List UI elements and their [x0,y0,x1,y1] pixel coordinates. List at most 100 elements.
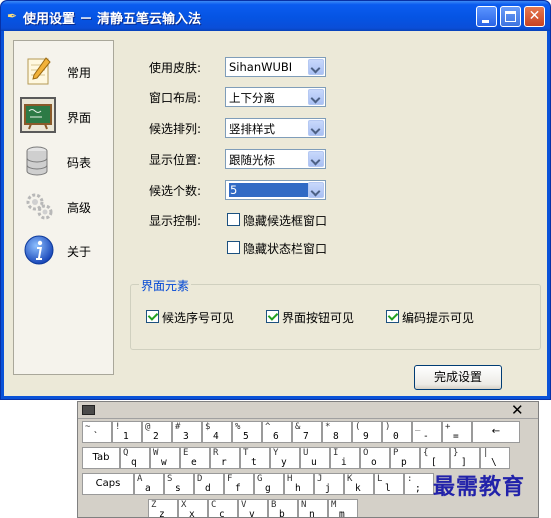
key[interactable]: _ - [412,421,442,443]
key[interactable]: Gg [254,473,284,495]
hide-status-checkbox[interactable] [227,241,240,254]
sidebar-item-label: 界面 [67,111,92,125]
tab-key[interactable]: Tab [82,447,120,469]
chevron-down-icon[interactable] [308,89,324,105]
key[interactable]: Qq [120,447,150,469]
key[interactable]: Ee [180,447,210,469]
key[interactable]: @2 [142,421,172,443]
sidebar-item-general[interactable]: 常用 [17,52,110,92]
key[interactable]: Hh [284,473,314,495]
title-bar[interactable]: ✒ 使用设置 － 清静五笔云输入法 ✕ [1,1,550,31]
info-icon [24,235,54,265]
key[interactable]: Ww [150,447,180,469]
key-upper-char: : [407,474,413,484]
key-upper-char: S [167,474,173,484]
key-upper-char: P [393,448,399,458]
key[interactable]: Nn [298,499,328,517]
key[interactable]: Uu [300,447,330,469]
key-lower-char: [ [431,457,437,468]
chevron-down-icon[interactable] [308,151,324,167]
chevron-down-icon[interactable] [308,182,324,198]
key[interactable]: Oo [360,447,390,469]
key[interactable]: Ii [330,447,360,469]
key[interactable]: #3 [172,421,202,443]
key[interactable]: % 5 [232,421,262,443]
keyboard-close-icon[interactable]: ✕ [511,402,524,419]
key-lower-char: c [219,509,225,518]
key[interactable]: Kk [344,473,374,495]
key-upper-char: # [175,422,181,432]
show-ui-buttons-label[interactable]: 界面按钮可见 [282,309,354,326]
maximize-button[interactable] [500,6,521,27]
key-upper-char: X [181,500,187,510]
key[interactable]: ! 1 [112,421,142,443]
show-candidate-index-label[interactable]: 候选序号可见 [162,309,234,326]
show-candidate-index-checkbox[interactable] [146,310,159,323]
chevron-down-icon[interactable] [308,120,324,136]
key[interactable]: Pp [390,447,420,469]
sidebar-item-interface[interactable]: 界面 [17,97,110,137]
key-lower-char: m [339,509,345,518]
key[interactable]: }] [450,447,480,469]
position-select[interactable]: 跟随光标 [225,149,326,169]
key[interactable]: Vv [238,499,268,517]
key-lower-char: o [371,457,377,468]
key[interactable]: + = [442,421,472,443]
show-code-hint-label[interactable]: 编码提示可见 [402,309,474,326]
show-ui-buttons-checkbox[interactable] [266,310,279,323]
key-upper-char: $ [205,422,211,432]
key[interactable]: Cc [208,499,238,518]
layout-select[interactable]: 上下分离 [225,87,326,107]
hide-status-label[interactable]: 隐藏状态栏窗口 [243,240,327,257]
key-lower-char: 5 [243,431,249,442]
hide-candidate-label[interactable]: 隐藏候选框窗口 [243,212,327,229]
key[interactable]: (9 [352,421,382,443]
sidebar-item-advanced[interactable]: 高级 [17,187,110,227]
key-upper-char: ) [385,422,391,432]
key-lower-char: 1 [123,431,129,442]
key[interactable]: Jj [314,473,344,495]
key[interactable]: Yy [270,447,300,469]
key[interactable]: Mm [328,499,358,518]
key-upper-char: ! [115,422,121,432]
count-select[interactable]: 5 [225,180,326,200]
key[interactable]: Ss [164,473,194,495]
caps-key[interactable]: Caps [82,473,134,495]
key[interactable]: $4 [202,421,232,443]
keyboard-title-bar[interactable]: ✕ [78,402,538,419]
skin-select[interactable]: SihanWUBI [225,57,326,77]
hide-candidate-checkbox[interactable] [227,213,240,226]
chevron-down-icon[interactable] [308,59,324,75]
key-lower-char: i [341,457,347,468]
sidebar-item-label: 高级 [67,201,92,215]
key[interactable]: Xx [178,499,208,517]
key[interactable]: | \ [480,447,510,469]
key[interactable]: Dd [194,473,224,495]
key[interactable]: Tt [240,447,270,469]
key[interactable]: Ll [374,473,404,495]
key[interactable]: Zz [148,499,178,517]
key-upper-char: F [227,474,233,484]
minimize-button[interactable] [476,6,497,27]
key[interactable]: ^ 6 [262,421,292,443]
backspace-key[interactable]: ← [472,421,520,443]
show-code-hint-checkbox[interactable] [386,310,399,323]
arrange-select[interactable]: 竖排样式 [225,118,326,138]
key[interactable]: :; [404,473,434,495]
close-button[interactable]: ✕ [524,6,545,27]
key[interactable]: Bb [268,499,298,517]
key-lower-char: ] [461,457,467,468]
key[interactable]: & 7 [292,421,322,443]
key[interactable]: * 8 [322,421,352,443]
key[interactable]: Ff [224,473,254,495]
finish-settings-button[interactable]: 完成设置 [414,365,502,390]
key-lower-char: t [251,457,257,468]
sidebar-item-about[interactable]: 关于 [17,231,110,271]
key[interactable]: {[ [420,447,450,469]
key[interactable]: ) 0 [382,421,412,443]
key[interactable]: Rr [210,447,240,469]
key[interactable]: ~ ` [82,421,112,443]
sidebar-item-code-table[interactable]: 码表 [17,142,110,182]
backspace-key-label: ← [491,426,501,437]
key[interactable]: Aa [134,473,164,495]
